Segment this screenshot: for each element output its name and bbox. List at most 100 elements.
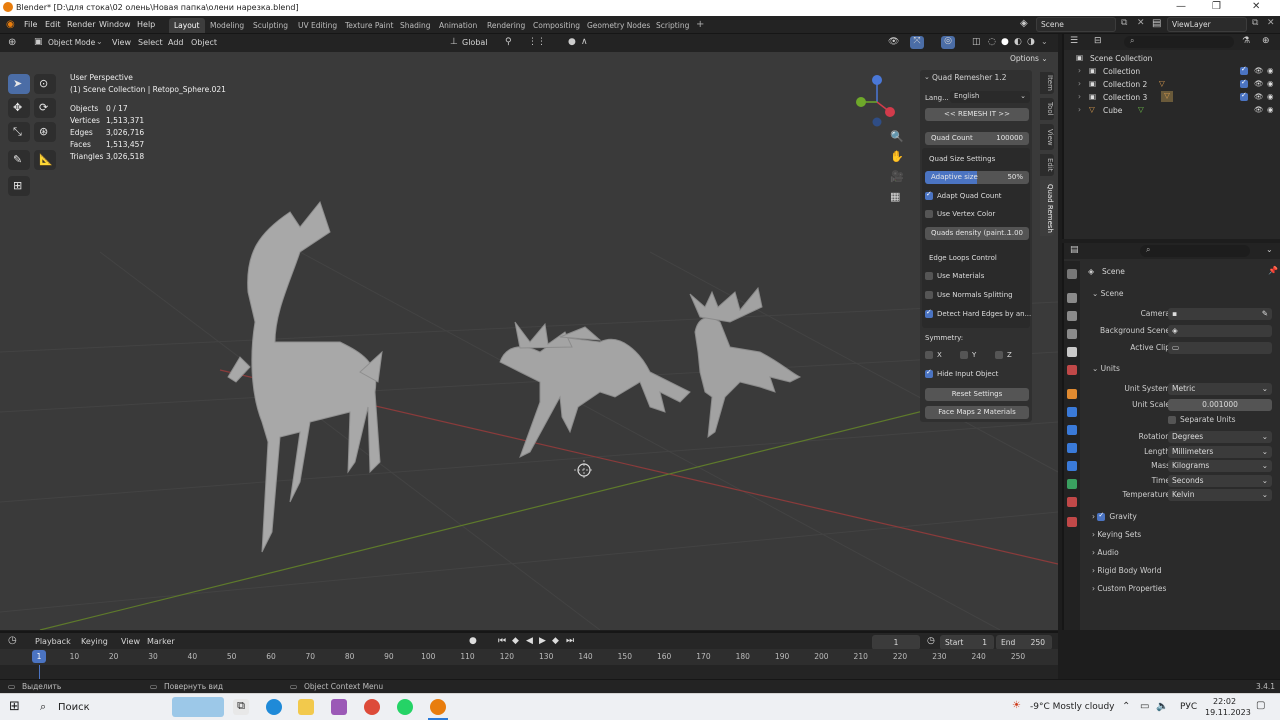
menu-add[interactable]: Add bbox=[168, 38, 184, 47]
orientation-select[interactable]: Global bbox=[462, 38, 488, 47]
taskbar-search[interactable]: Поиск bbox=[58, 702, 90, 713]
camera-field[interactable]: ▪ ✎ bbox=[1168, 308, 1272, 320]
pin-icon[interactable]: 📌 bbox=[1268, 266, 1278, 275]
clock-icon[interactable]: ◷ bbox=[927, 636, 935, 646]
next-keyframe-icon[interactable]: ◆ bbox=[552, 636, 559, 646]
render-tab-icon[interactable] bbox=[1067, 293, 1077, 303]
windows-start-icon[interactable]: ⊞ bbox=[9, 699, 20, 714]
search-icon[interactable]: ⌕ bbox=[40, 700, 46, 714]
options-dropdown[interactable]: Options ⌄ bbox=[1010, 54, 1048, 63]
weather-text[interactable]: -9°C Mostly cloudy bbox=[1030, 702, 1115, 712]
new-collection-icon[interactable]: ⊕ bbox=[1262, 36, 1270, 46]
time-select[interactable]: Seconds ⌄ bbox=[1168, 475, 1272, 487]
custom-properties-panel[interactable]: › Custom Properties bbox=[1092, 584, 1166, 593]
tab-animation[interactable]: Animation bbox=[434, 18, 482, 33]
menu-help[interactable]: Help bbox=[137, 20, 155, 29]
eye-icon[interactable]: 👁 bbox=[1254, 92, 1264, 101]
menu-window[interactable]: Window bbox=[99, 20, 131, 29]
units-panel-header[interactable]: ⌄ Units bbox=[1092, 364, 1120, 373]
world-tab-icon[interactable] bbox=[1067, 365, 1077, 375]
material-shading-icon[interactable]: ◐ bbox=[1014, 37, 1022, 47]
detect-hard-edges-checkbox[interactable]: Detect Hard Edges by an... bbox=[925, 308, 1031, 318]
sidebar-tab-quad-remesh[interactable]: Quad Remesh bbox=[1040, 180, 1054, 236]
adapt-quad-count-checkbox[interactable]: Adapt Quad Count bbox=[925, 190, 1002, 200]
use-normals-splitting-checkbox[interactable]: Use Normals Splitting bbox=[925, 291, 1013, 299]
editor-type-icon[interactable]: ⊕ bbox=[8, 37, 16, 48]
input-language[interactable]: РУС bbox=[1180, 702, 1197, 712]
maximize-button[interactable]: ❐ bbox=[1212, 1, 1221, 12]
sidebar-tab-edit[interactable]: Edit bbox=[1040, 154, 1054, 176]
transform-tool[interactable]: ⊛ bbox=[34, 122, 56, 142]
camera-icon[interactable]: ◉ bbox=[1267, 105, 1274, 114]
rotate-tool[interactable]: ⟳ bbox=[34, 98, 56, 118]
jump-start-icon[interactable]: ⏮ bbox=[498, 636, 506, 646]
rendered-shading-icon[interactable]: ◑ bbox=[1027, 37, 1035, 47]
properties-search-input[interactable]: ⌕ bbox=[1140, 245, 1250, 257]
tab-scripting[interactable]: Scripting bbox=[651, 18, 694, 33]
edge-browser-icon[interactable] bbox=[266, 699, 282, 715]
select-box-tool[interactable]: ➤ bbox=[8, 74, 30, 94]
timeline-ruler[interactable]: 1 10 20 30 40 50 60 70 80 90 100 110 120 130 140 150 160… bbox=[0, 649, 1058, 665]
menu-select[interactable]: Select bbox=[138, 38, 163, 47]
data-tab-icon[interactable] bbox=[1067, 479, 1077, 489]
symmetry-x-checkbox[interactable]: X bbox=[925, 351, 942, 359]
network-icon[interactable]: ▭ bbox=[1140, 701, 1149, 712]
display-mode-icon[interactable]: ⊟ bbox=[1094, 36, 1102, 46]
material-tab-icon[interactable] bbox=[1067, 497, 1077, 507]
menu-view[interactable]: View bbox=[112, 38, 131, 47]
length-select[interactable]: Millimeters ⌄ bbox=[1168, 446, 1272, 458]
gizmo-toggle-icon[interactable]: ⤧ bbox=[910, 36, 924, 49]
background-scene-field[interactable]: ◈ bbox=[1168, 325, 1272, 337]
new-viewlayer-icon[interactable]: ⧉ bbox=[1252, 18, 1258, 28]
exclude-checkbox[interactable] bbox=[1240, 78, 1252, 88]
gravity-panel[interactable]: › Gravity bbox=[1092, 511, 1137, 521]
falloff-icon[interactable]: ∧ bbox=[581, 37, 588, 47]
viewlayer-icon[interactable]: ▤ bbox=[1152, 18, 1161, 29]
unit-system-select[interactable]: Metric ⌄ bbox=[1168, 383, 1272, 395]
lang-select[interactable]: English ⌄ bbox=[950, 91, 1030, 103]
tab-geometry-nodes[interactable]: Geometry Nodes bbox=[582, 18, 655, 33]
menu-object[interactable]: Object bbox=[191, 38, 217, 47]
clock-time[interactable]: 22:02 bbox=[1213, 697, 1236, 706]
view-menu[interactable]: View bbox=[121, 637, 140, 646]
proportional-edit-icon[interactable]: ● bbox=[568, 37, 576, 47]
camera-view-icon[interactable]: 🎥 bbox=[890, 170, 904, 183]
move-tool[interactable]: ✥ bbox=[8, 98, 30, 118]
tab-texture-paint[interactable]: Texture Paint bbox=[340, 18, 398, 33]
store-icon[interactable] bbox=[331, 699, 347, 715]
current-frame-field[interactable]: 1 bbox=[872, 635, 920, 650]
3d-viewport[interactable]: ➤ ⊙ ✥ ⟳ ⤡ ⊛ ✎ 📐 ⊞ User Perspective (1) S… bbox=[0, 52, 1058, 630]
symmetry-y-checkbox[interactable]: Y bbox=[960, 351, 976, 359]
view-layer-tab-icon[interactable] bbox=[1067, 329, 1077, 339]
prev-keyframe-icon[interactable]: ◆ bbox=[512, 636, 519, 646]
tool-tab-icon[interactable] bbox=[1067, 269, 1077, 279]
camera-icon[interactable]: ◉ bbox=[1267, 92, 1274, 101]
unit-scale-field[interactable]: 0.001000 bbox=[1168, 399, 1272, 411]
tab-shading[interactable]: Shading bbox=[395, 18, 435, 33]
play-reverse-icon[interactable]: ◀ bbox=[526, 636, 533, 646]
shading-options-chevron-icon[interactable]: ⌄ bbox=[1041, 37, 1048, 46]
chevron-down-icon[interactable]: ⌄ bbox=[1266, 245, 1273, 254]
texture-tab-icon[interactable] bbox=[1067, 517, 1077, 527]
outliner-row-collection[interactable]: › ▣ Collection 👁 ◉ bbox=[1064, 65, 1280, 79]
task-view-icon[interactable]: ⧉ bbox=[233, 699, 249, 715]
minimize-button[interactable]: — bbox=[1176, 1, 1186, 12]
collapse-chevron-icon[interactable]: ⌄ bbox=[924, 73, 930, 81]
physics-tab-icon[interactable] bbox=[1067, 443, 1077, 453]
blender-menu-icon[interactable]: ◉ bbox=[6, 19, 15, 30]
jump-end-icon[interactable]: ⏭ bbox=[566, 636, 574, 646]
remesh-button[interactable]: << REMESH IT >> bbox=[925, 108, 1029, 121]
camera-icon[interactable]: ◉ bbox=[1267, 66, 1274, 75]
eye-icon[interactable]: 👁 bbox=[1254, 105, 1264, 114]
add-cube-tool[interactable]: ⊞ bbox=[8, 176, 30, 196]
annotate-tool[interactable]: ✎ bbox=[8, 150, 30, 170]
exclude-checkbox[interactable] bbox=[1240, 91, 1252, 101]
outliner-editor-icon[interactable]: ☰ bbox=[1070, 36, 1078, 46]
quads-density-field[interactable]: Quads density (paint... 1.00 bbox=[925, 227, 1029, 240]
scene-icon[interactable]: ◈ bbox=[1020, 18, 1028, 29]
clock-date[interactable]: 19.11.2023 bbox=[1205, 708, 1251, 717]
playback-menu[interactable]: Playback bbox=[35, 637, 71, 646]
visibility-icon[interactable]: 👁 bbox=[888, 37, 899, 47]
properties-editor-icon[interactable]: ▤ bbox=[1070, 245, 1079, 255]
reset-settings-button[interactable]: Reset Settings bbox=[925, 388, 1029, 401]
